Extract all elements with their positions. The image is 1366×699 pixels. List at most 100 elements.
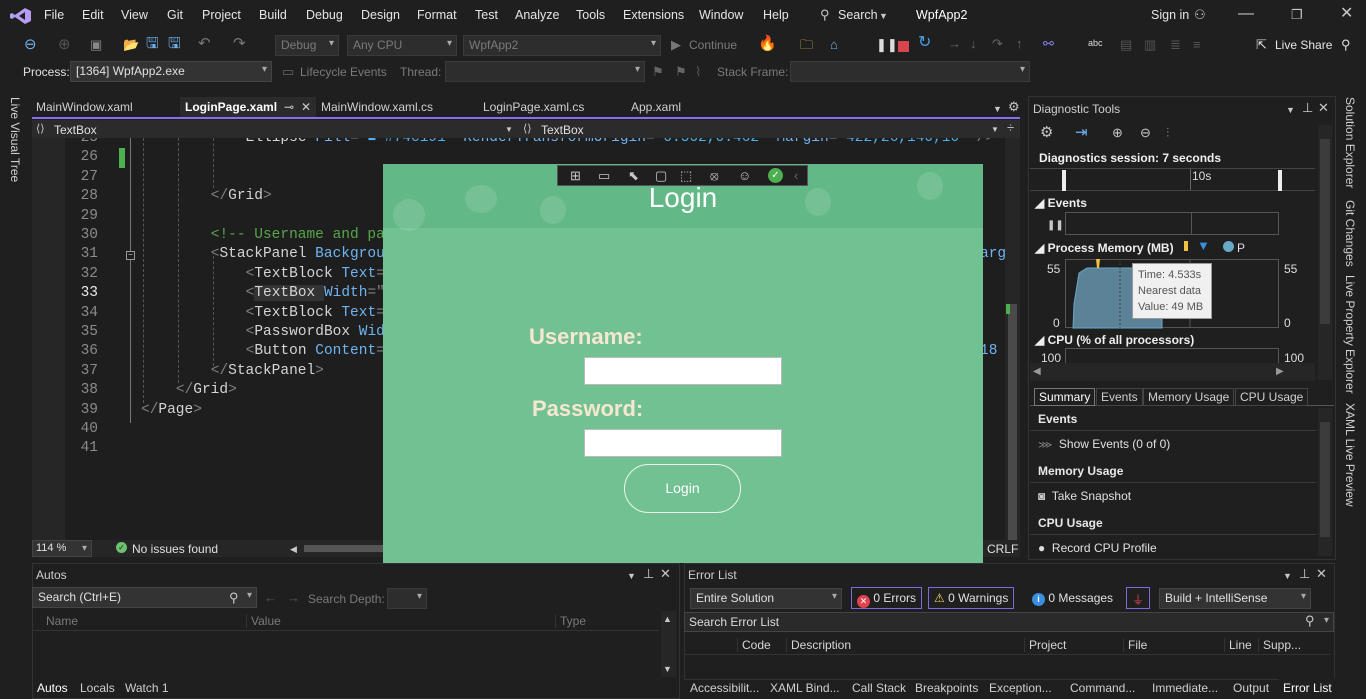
process-memory-section[interactable]: ◢ Process Memory (MB) bbox=[1035, 241, 1174, 255]
restart-icon[interactable]: ↻ bbox=[918, 35, 931, 51]
configuration-dropdown[interactable]: Debug bbox=[275, 35, 339, 56]
range-start-handle[interactable] bbox=[1062, 170, 1066, 191]
show-threads-icon[interactable]: ⌇ bbox=[695, 64, 701, 80]
open-folder-icon[interactable]: 📂 bbox=[123, 37, 139, 53]
tab-summary[interactable]: Summary bbox=[1034, 388, 1096, 406]
password-input[interactable] bbox=[584, 429, 782, 457]
code-line[interactable]: 25 Ellipse Fill="■ #74c191" RenderTransfo… bbox=[32, 138, 1020, 148]
checkmark-icon[interactable]: ✓ bbox=[768, 168, 783, 183]
menu-file[interactable]: File bbox=[44, 8, 64, 22]
menu-extensions[interactable]: Extensions bbox=[623, 8, 684, 22]
live-share-button[interactable]: Live Share bbox=[1275, 38, 1332, 52]
panel-menu-icon[interactable]: ▼ bbox=[627, 568, 636, 584]
navigate-forward-icon[interactable]: ⊕ bbox=[58, 37, 71, 53]
pin-icon[interactable]: ⊥ bbox=[1299, 566, 1310, 582]
autos-scrollbar[interactable]: ▲ ▼ bbox=[661, 611, 676, 677]
platform-dropdown[interactable]: Any CPU bbox=[347, 35, 457, 56]
collapse-icon[interactable]: − bbox=[126, 251, 135, 260]
chevron-down-icon[interactable]: ▼ bbox=[991, 122, 999, 138]
app-window-icon[interactable]: ⌂ bbox=[830, 37, 838, 53]
save-icon[interactable]: 🖫 bbox=[146, 36, 159, 52]
search-back-icon[interactable]: ← bbox=[264, 590, 277, 606]
chevron-down-icon[interactable]: ▼ bbox=[879, 8, 888, 24]
take-snapshot-row[interactable]: ◙ Take Snapshot bbox=[1030, 484, 1316, 508]
menu-project[interactable]: Project bbox=[202, 8, 241, 22]
search-forward-icon[interactable]: → bbox=[287, 590, 300, 606]
column-code[interactable]: Code bbox=[737, 638, 771, 652]
tab-loginpage-xaml[interactable]: LoginPage.xaml ⊸ ✕ bbox=[180, 97, 316, 117]
nav-right-dropdown[interactable]: TextBox bbox=[541, 123, 584, 137]
take-snapshot-button[interactable]: Take Snapshot bbox=[1052, 489, 1131, 503]
menu-build[interactable]: Build bbox=[259, 8, 287, 22]
tab-loginpage-xaml-cs[interactable]: LoginPage.xaml.cs bbox=[478, 97, 589, 117]
tab-mainwindow-xaml[interactable]: MainWindow.xaml bbox=[31, 97, 138, 117]
menu-help[interactable]: Help bbox=[763, 8, 789, 22]
panel-menu-icon[interactable]: ▼ bbox=[1286, 102, 1295, 118]
diag-vertical-scrollbar[interactable] bbox=[1318, 125, 1332, 380]
camera-icon[interactable]: ▭ bbox=[598, 168, 610, 184]
restore-icon[interactable]: ❐ bbox=[1291, 7, 1303, 23]
tab-accessibility[interactable]: Accessibilit... bbox=[690, 681, 759, 695]
menu-git[interactable]: Git bbox=[167, 8, 183, 22]
new-project-icon[interactable]: ▣ bbox=[90, 37, 102, 53]
show-events-link[interactable]: Show Events (0 of 0) bbox=[1059, 437, 1170, 451]
horizontal-scrollbar[interactable] bbox=[304, 545, 384, 552]
git-changes-tab[interactable]: Git Changes bbox=[1343, 200, 1357, 267]
column-suppression[interactable]: Supp... bbox=[1258, 638, 1301, 652]
tab-xaml-binding[interactable]: XAML Bind... bbox=[770, 681, 840, 695]
tab-mainwindow-xaml-cs[interactable]: MainWindow.xaml.cs bbox=[316, 97, 438, 117]
zoom-out-icon[interactable]: ⊖ bbox=[1140, 125, 1151, 141]
tab-command-window[interactable]: Command... bbox=[1070, 681, 1135, 695]
select-element-icon[interactable]: ⬉ bbox=[628, 168, 639, 184]
xaml-live-preview-tab[interactable]: XAML Live Preview bbox=[1343, 403, 1357, 507]
collapse-toolbar-icon[interactable]: ‹ bbox=[794, 168, 798, 184]
autos-search-input[interactable]: Search (Ctrl+E) bbox=[32, 587, 257, 608]
close-panel-icon[interactable]: ✕ bbox=[660, 566, 671, 582]
column-description[interactable]: Description bbox=[786, 638, 851, 652]
column-type[interactable]: Type bbox=[555, 614, 586, 628]
warnings-filter-button[interactable]: ⚠ 0 Warnings bbox=[928, 587, 1015, 609]
indent-icon[interactable]: ≣ bbox=[1170, 37, 1181, 53]
process-dropdown[interactable]: [1364] WpfApp2.exe bbox=[70, 61, 272, 82]
error-list-search-input[interactable]: Search Error List bbox=[684, 612, 1334, 632]
range-end-handle[interactable] bbox=[1278, 170, 1282, 191]
tab-list-dropdown-icon[interactable]: ▼ bbox=[993, 101, 1002, 117]
settings-gear-icon[interactable]: ⚙ bbox=[1040, 125, 1053, 141]
close-panel-icon[interactable]: ✕ bbox=[1318, 100, 1329, 116]
accessibility-icon[interactable]: ☺ bbox=[738, 168, 751, 184]
tab-output[interactable]: Output bbox=[1233, 681, 1269, 695]
tab-locals[interactable]: Locals bbox=[80, 681, 115, 695]
scrollbar-thumb[interactable] bbox=[1008, 304, 1017, 540]
close-panel-icon[interactable]: ✕ bbox=[1316, 566, 1327, 582]
zoom-in-icon[interactable]: ⊕ bbox=[1112, 125, 1123, 141]
step-over-icon[interactable]: ↷ bbox=[992, 36, 1003, 52]
tab-immediate-window[interactable]: Immediate... bbox=[1152, 681, 1218, 695]
nav-left-dropdown[interactable]: TextBox bbox=[54, 123, 97, 137]
column-value[interactable]: Value bbox=[246, 614, 281, 628]
stop-icon[interactable] bbox=[898, 41, 909, 52]
filter-toggle-button[interactable]: ⏚ bbox=[1126, 587, 1150, 609]
build-source-dropdown[interactable]: Build + IntelliSense bbox=[1159, 588, 1311, 609]
undo-icon[interactable]: ↶ bbox=[198, 36, 211, 52]
column-file[interactable]: File bbox=[1123, 638, 1147, 652]
events-section-label[interactable]: ◢ Events bbox=[1035, 196, 1087, 210]
search-button[interactable]: Search bbox=[838, 8, 878, 22]
startup-project-dropdown[interactable]: WpfApp2 bbox=[463, 35, 661, 56]
spell-check-icon[interactable]: abc bbox=[1088, 35, 1103, 51]
lifecycle-icon[interactable]: ▭ bbox=[282, 64, 294, 80]
track-focus-icon[interactable]: ⬚ bbox=[680, 168, 692, 184]
vertical-scrollbar[interactable] bbox=[1005, 138, 1020, 540]
find-folder-icon[interactable]: 🗀 bbox=[800, 37, 813, 53]
uncomment-icon[interactable]: ▥ bbox=[1144, 37, 1156, 53]
line-ending-indicator[interactable]: CRLF bbox=[987, 542, 1018, 556]
reset-view-icon[interactable]: ⫶ bbox=[1166, 125, 1169, 141]
pin-icon[interactable]: ⊥ bbox=[643, 566, 654, 582]
menu-edit[interactable]: Edit bbox=[82, 8, 104, 22]
solution-explorer-tab[interactable]: Solution Explorer bbox=[1343, 97, 1357, 188]
step-into-icon[interactable]: ↓ bbox=[970, 36, 977, 52]
menu-analyze[interactable]: Analyze bbox=[515, 8, 559, 22]
record-cpu-row[interactable]: ● Record CPU Profile bbox=[1030, 536, 1316, 560]
sign-in-link[interactable]: Sign in bbox=[1151, 8, 1189, 22]
scope-dropdown[interactable]: Entire Solution bbox=[690, 588, 842, 609]
tab-cpu-usage[interactable]: CPU Usage bbox=[1235, 388, 1309, 406]
